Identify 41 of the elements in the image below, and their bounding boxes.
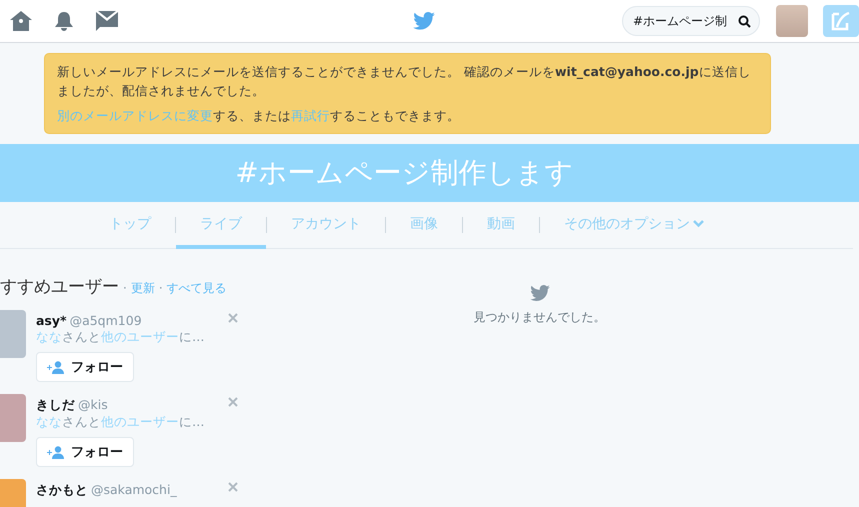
add-person-icon (47, 446, 65, 458)
add-person-icon (47, 360, 65, 374)
home-icon[interactable] (10, 11, 32, 31)
user-name[interactable]: きしだ (36, 397, 75, 412)
tab[interactable]: 画像 (386, 202, 462, 249)
follow-context-text: なな さんと 他のユーザーに… (36, 329, 204, 346)
banner-title: #ホームページ制作します (235, 155, 574, 191)
section-link[interactable]: すべて見る (166, 280, 227, 297)
user-name[interactable]: asy* (36, 313, 67, 328)
follow-context-text: なな さんと 他のユーザーに… (36, 414, 204, 431)
user-handle: @kis (78, 397, 108, 412)
tab[interactable]: 動画 (463, 202, 539, 249)
close-icon[interactable] (228, 482, 238, 492)
user-handle: @sakamochi_ (91, 482, 177, 497)
tab[interactable]: その他のオプション (540, 202, 728, 249)
profile-avatar[interactable] (776, 5, 808, 37)
follow-button[interactable]: フォロー (36, 437, 134, 467)
section-link[interactable]: 更新 (130, 280, 155, 297)
bird-icon (530, 285, 550, 302)
bell-icon[interactable] (54, 11, 74, 31)
user-name[interactable]: さかもと (36, 482, 88, 497)
alert-actions-text: 別のメールアドレスに変更する、または再試行することもできます。 (57, 107, 461, 125)
mail-icon[interactable] (96, 11, 118, 31)
tab[interactable]: ライブ (176, 202, 266, 249)
close-icon[interactable] (228, 313, 238, 323)
compose-button[interactable] (823, 5, 859, 37)
tab[interactable]: アカウント (267, 202, 385, 249)
twitter-logo-icon (412, 12, 434, 30)
empty-message: 見つかりませんでした。 (474, 309, 606, 326)
close-icon[interactable] (228, 397, 238, 407)
tab[interactable]: トップ (85, 202, 175, 249)
search-icon[interactable] (738, 15, 751, 28)
follow-button[interactable]: フォロー (36, 352, 134, 382)
search-field[interactable]: #ホームページ制 (622, 6, 760, 36)
section-title: すすめユーザー (0, 276, 119, 298)
separator-dot: · (158, 281, 163, 295)
separator-dot: · (123, 281, 127, 295)
alert-message: 新しいメールアドレスにメールを送信することができませんでした。 確認のメールをwit_cat@yahoo.co.jpに送信しましたが、配信されませんでした。 (57, 63, 752, 100)
user-handle: @a5qm109 (70, 313, 142, 328)
quill-icon (831, 11, 851, 31)
chevron-down-icon (693, 220, 704, 228)
